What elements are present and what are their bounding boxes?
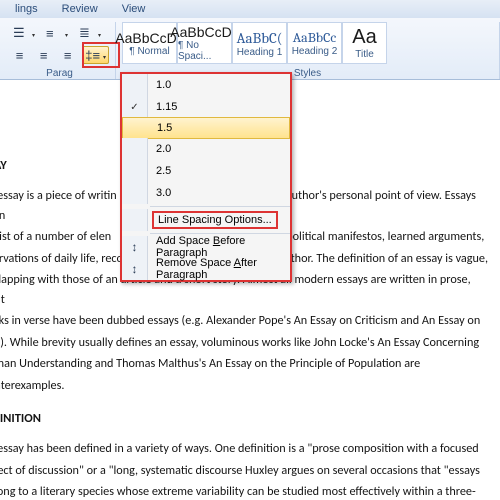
align-left-button[interactable]: ≡ bbox=[10, 46, 29, 64]
group-label-paragraph: Parag bbox=[4, 68, 115, 79]
paragraph-group: ☰▾ ≡▾ ≣▾ ≡ ≡ ≡ ‡≡▾ Parag bbox=[4, 22, 116, 79]
body-text: uman Understanding and Thomas Malthus's … bbox=[0, 354, 490, 374]
remove-space-after[interactable]: ↕ Remove Space After Paragraph bbox=[122, 258, 290, 280]
body-text: orks in verse have been dubbed essays (e… bbox=[0, 311, 490, 331]
heading-definition: EFINITION bbox=[0, 409, 490, 429]
menu-separator bbox=[150, 206, 290, 207]
style-no-spacing[interactable]: AaBbCcDc ¶ No Spaci... bbox=[177, 22, 232, 64]
spacing-1-5[interactable]: 1.5 bbox=[122, 117, 290, 139]
multilevel-button[interactable]: ≣▾ bbox=[76, 24, 104, 42]
spacing-3-0[interactable]: 3.0 bbox=[122, 182, 290, 204]
numbering-button[interactable]: ≡▾ bbox=[43, 24, 71, 42]
bullets-button[interactable]: ☰▾ bbox=[10, 24, 38, 42]
add-space-before[interactable]: ↕ Add Space Before Paragraph bbox=[122, 236, 290, 258]
style-title[interactable]: Aa Title bbox=[342, 22, 387, 64]
style-normal[interactable]: AaBbCcDc ¶ Normal bbox=[122, 22, 177, 64]
tab-review[interactable]: Review bbox=[62, 3, 98, 15]
space-before-icon: ↕ bbox=[132, 240, 138, 254]
check-icon: ✓ bbox=[130, 102, 138, 113]
body-text: elong to a literary species whose extrem… bbox=[0, 482, 490, 500]
ribbon: ☰▾ ≡▾ ≣▾ ≡ ≡ ≡ ‡≡▾ Parag AaBbCcDc ¶ Norm… bbox=[0, 18, 500, 80]
line-spacing-menu: 1.0 ✓ 1.15 1.5 2.0 2.5 3.0 Line Spacing … bbox=[120, 72, 292, 282]
align-right-button[interactable]: ≡ bbox=[58, 46, 77, 64]
spacing-2-0[interactable]: 2.0 bbox=[122, 138, 290, 160]
space-after-icon: ↕ bbox=[132, 262, 138, 276]
tab-mailings[interactable]: lings bbox=[15, 3, 38, 15]
menu-separator bbox=[150, 233, 290, 234]
body-text: n essay has been defined in a variety of… bbox=[0, 439, 490, 459]
spacing-2-5[interactable]: 2.5 bbox=[122, 160, 290, 182]
spacing-1-0[interactable]: 1.0 bbox=[122, 74, 290, 96]
align-center-button[interactable]: ≡ bbox=[34, 46, 53, 64]
body-text: an). While brevity usually defines an es… bbox=[0, 333, 490, 353]
line-spacing-options[interactable]: Line Spacing Options... bbox=[122, 209, 290, 231]
style-heading1[interactable]: AaBbC( Heading 1 bbox=[232, 22, 287, 64]
body-text: unterexamples. bbox=[0, 376, 490, 396]
tab-view[interactable]: View bbox=[122, 3, 146, 15]
style-heading2[interactable]: AaBbCc Heading 2 bbox=[287, 22, 342, 64]
line-spacing-button[interactable]: ‡≡▾ bbox=[82, 46, 109, 64]
spacing-1-15[interactable]: ✓ 1.15 bbox=[122, 96, 290, 118]
styles-group: AaBbCcDc ¶ Normal AaBbCcDc ¶ No Spaci...… bbox=[116, 22, 500, 79]
body-text: bject of discussion" or a "long, systema… bbox=[0, 461, 490, 481]
